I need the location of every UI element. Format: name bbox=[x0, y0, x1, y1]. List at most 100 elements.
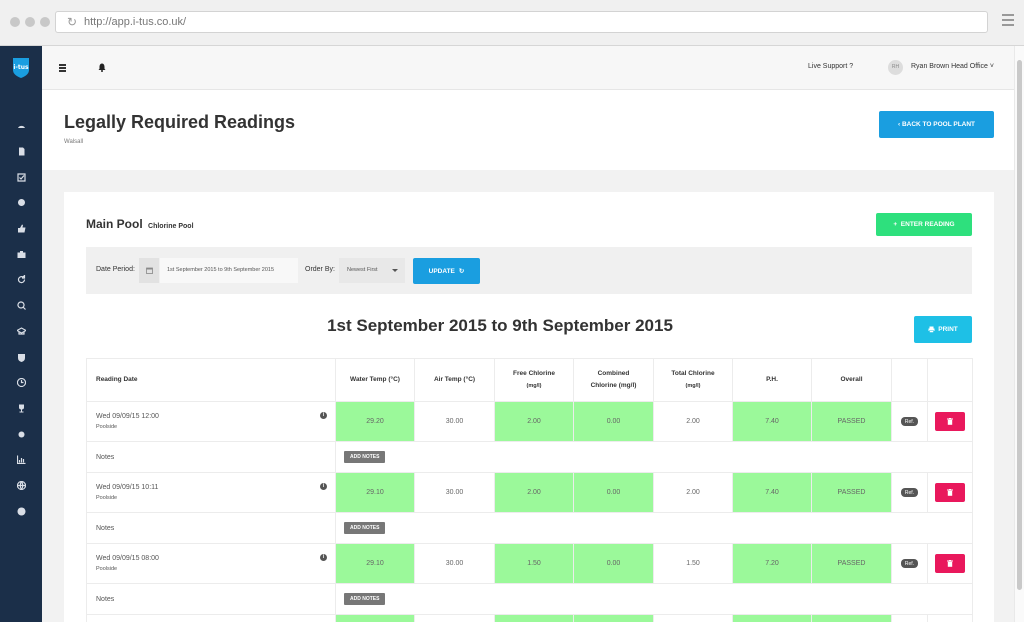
document-icon[interactable] bbox=[0, 139, 42, 165]
combined-chlorine-cell: 0.00 bbox=[573, 472, 654, 513]
notes-cell: ADD NOTES bbox=[335, 512, 973, 544]
table-row: Wed 09/09/15 12:00 Poolside i 29.20 30.00 2.0… bbox=[86, 401, 973, 442]
shield-icon[interactable] bbox=[0, 344, 42, 370]
notes-label: Notes bbox=[86, 583, 336, 615]
col-ref bbox=[891, 358, 928, 402]
caret-down-icon bbox=[392, 269, 398, 272]
reading-location: Poolside bbox=[96, 495, 118, 501]
overall-cell: PASSED bbox=[811, 543, 892, 584]
water-temp-cell: 29.20 bbox=[335, 401, 415, 442]
user-menu[interactable]: Ryan Brown Head Office ˅ bbox=[911, 63, 994, 70]
trash-icon bbox=[947, 489, 953, 496]
dashboard-icon[interactable] bbox=[0, 113, 42, 139]
add-notes-button[interactable]: ADD NOTES bbox=[344, 593, 386, 605]
ref-badge[interactable]: Ref. bbox=[900, 488, 919, 497]
settings-cog-icon[interactable] bbox=[0, 190, 42, 216]
page-header: Legally Required Readings Walsall ‹ BACK… bbox=[42, 90, 1014, 170]
delete-button[interactable] bbox=[935, 483, 965, 502]
col-total-unit: (mg/l) bbox=[685, 383, 701, 389]
add-notes-button[interactable]: ADD NOTES bbox=[344, 451, 386, 463]
user-name: Ryan Brown Head Office bbox=[911, 63, 988, 70]
bar-chart-icon[interactable] bbox=[0, 447, 42, 473]
total-chlorine-cell: 2.00 bbox=[653, 401, 733, 442]
maximize-window-dot[interactable] bbox=[40, 17, 50, 27]
add-notes-button[interactable]: ADD NOTES bbox=[344, 522, 386, 534]
bell-icon[interactable] bbox=[98, 63, 106, 72]
back-to-pool-plant-button[interactable]: ‹ BACK TO POOL PLANT bbox=[879, 111, 994, 138]
col-combined-chlorine[interactable]: Combined Chlorine (mg/l) bbox=[573, 358, 654, 402]
col-air-temp[interactable]: Air Temp (°C) bbox=[414, 358, 495, 402]
briefcase-icon[interactable] bbox=[0, 241, 42, 267]
col-water-temp[interactable]: Water Temp (°C) bbox=[335, 358, 415, 402]
pool-name: Main Pool bbox=[86, 217, 143, 231]
calendar-icon[interactable] bbox=[139, 258, 159, 283]
reading-date-cell: Wed 09/09/15 08:00 Poolside i bbox=[86, 543, 336, 584]
ph-cell: 7.40 bbox=[732, 472, 812, 513]
cell bbox=[653, 614, 733, 622]
cell bbox=[573, 614, 654, 622]
svg-text:i-tus: i-tus bbox=[13, 64, 29, 71]
help-icon[interactable] bbox=[0, 498, 42, 524]
globe-icon[interactable] bbox=[0, 473, 42, 499]
order-by-select[interactable]: Newest First bbox=[339, 258, 405, 283]
free-chlorine-cell: 2.00 bbox=[494, 472, 574, 513]
actions-cell bbox=[927, 543, 973, 584]
browser-menu-icon[interactable] bbox=[1002, 14, 1014, 29]
ref-cell: Ref. bbox=[891, 472, 928, 513]
info-icon[interactable]: i bbox=[320, 412, 327, 419]
sidebar-nav bbox=[0, 113, 42, 524]
reading-date-cell: Wed 09/09/15 12:00 Poolside i bbox=[86, 401, 336, 442]
ph-cell: 7.20 bbox=[732, 543, 812, 584]
reading-location: Poolside bbox=[96, 424, 118, 430]
live-support-link[interactable]: Live Support ? bbox=[808, 63, 853, 70]
col-free-chlorine[interactable]: Free Chlorine (mg/l) bbox=[494, 358, 574, 402]
total-chlorine-cell: 2.00 bbox=[653, 472, 733, 513]
delete-button[interactable] bbox=[935, 412, 965, 431]
sidebar: i-tus bbox=[0, 46, 42, 622]
date-period-input[interactable]: 1st September 2015 to 9th September 2015 bbox=[160, 258, 298, 283]
cell bbox=[811, 614, 892, 622]
graduation-cap-icon[interactable] bbox=[0, 319, 42, 345]
refresh-icon[interactable] bbox=[0, 267, 42, 293]
scrollbar-thumb[interactable] bbox=[1017, 60, 1022, 590]
notes-label: Notes bbox=[86, 441, 336, 473]
col-total-chlorine[interactable]: Total Chlorine (mg/l) bbox=[653, 358, 733, 402]
minimize-window-dot[interactable] bbox=[25, 17, 35, 27]
reload-icon[interactable]: ↻ bbox=[67, 15, 77, 29]
scrollbar[interactable] bbox=[1014, 46, 1024, 622]
ref-badge[interactable]: Ref. bbox=[900, 417, 919, 426]
trophy-icon[interactable] bbox=[0, 396, 42, 422]
checkbox-icon[interactable] bbox=[0, 164, 42, 190]
col-overall[interactable]: Overall bbox=[811, 358, 892, 402]
window-controls bbox=[10, 17, 50, 27]
notes-row: Notes ADD NOTES bbox=[86, 441, 973, 473]
thumbs-up-icon[interactable] bbox=[0, 216, 42, 242]
enter-reading-button[interactable]: + ENTER READING bbox=[876, 213, 972, 236]
address-bar[interactable]: ↻ http://app.i-tus.co.uk/ bbox=[55, 11, 988, 33]
print-button[interactable]: PRINT bbox=[914, 316, 972, 343]
itus-logo[interactable]: i-tus bbox=[9, 55, 33, 79]
info-icon[interactable]: i bbox=[320, 554, 327, 561]
page-subtitle: Walsall bbox=[64, 139, 84, 145]
cell bbox=[891, 614, 928, 622]
table-row: Wed 09/09/15 08:00 Poolside i 29.10 30.00 1.5… bbox=[86, 543, 973, 584]
readings-table: Reading Date Water Temp (°C) Air Temp (°… bbox=[86, 358, 973, 622]
update-button[interactable]: UPDATE ↻ bbox=[413, 258, 480, 284]
col-reading-date[interactable]: Reading Date bbox=[86, 358, 336, 402]
search-icon[interactable] bbox=[0, 293, 42, 319]
close-window-dot[interactable] bbox=[10, 17, 20, 27]
menu-toggle-icon[interactable] bbox=[59, 64, 66, 73]
col-ph[interactable]: P.H. bbox=[732, 358, 812, 402]
cell bbox=[414, 614, 495, 622]
back-button-label: BACK TO POOL PLANT bbox=[901, 121, 976, 128]
col-combined-unit: Chlorine (mg/l) bbox=[590, 382, 637, 389]
trash-icon bbox=[947, 418, 953, 425]
delete-button[interactable] bbox=[935, 554, 965, 573]
cell bbox=[927, 614, 973, 622]
clock-icon[interactable] bbox=[0, 370, 42, 396]
gear-icon[interactable] bbox=[0, 421, 42, 447]
ref-badge[interactable]: Ref. bbox=[900, 559, 919, 568]
avatar[interactable]: RH bbox=[888, 60, 903, 75]
notes-cell: ADD NOTES bbox=[335, 441, 973, 473]
info-icon[interactable]: i bbox=[320, 483, 327, 490]
